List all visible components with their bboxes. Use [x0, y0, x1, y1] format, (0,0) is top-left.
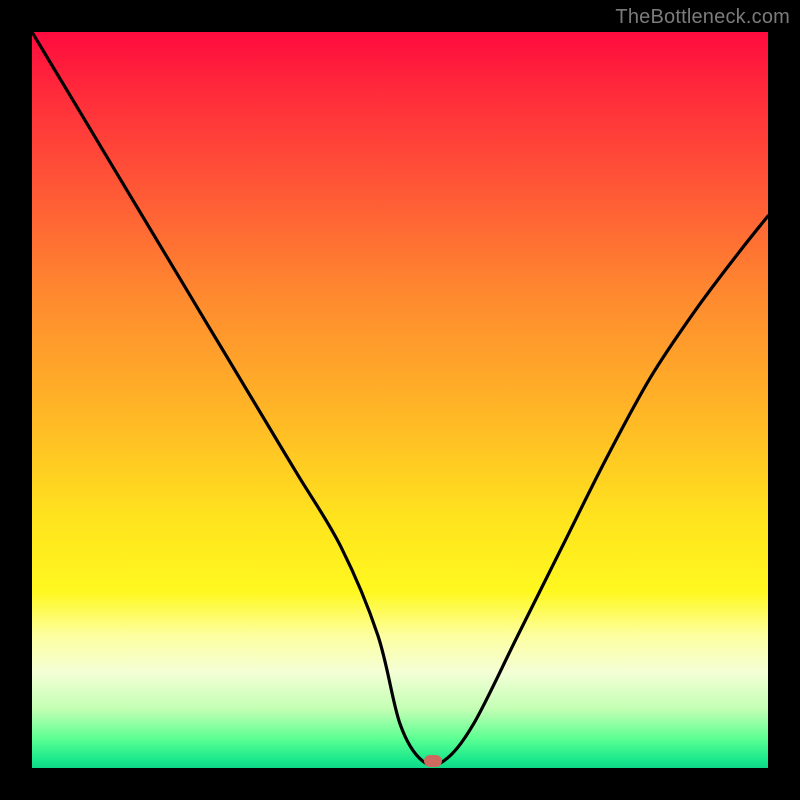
- bottleneck-curve: [32, 32, 768, 768]
- chart-frame: TheBottleneck.com: [0, 0, 800, 800]
- optimal-point-marker: [424, 755, 442, 767]
- plot-area: [32, 32, 768, 768]
- watermark-text: TheBottleneck.com: [615, 6, 790, 29]
